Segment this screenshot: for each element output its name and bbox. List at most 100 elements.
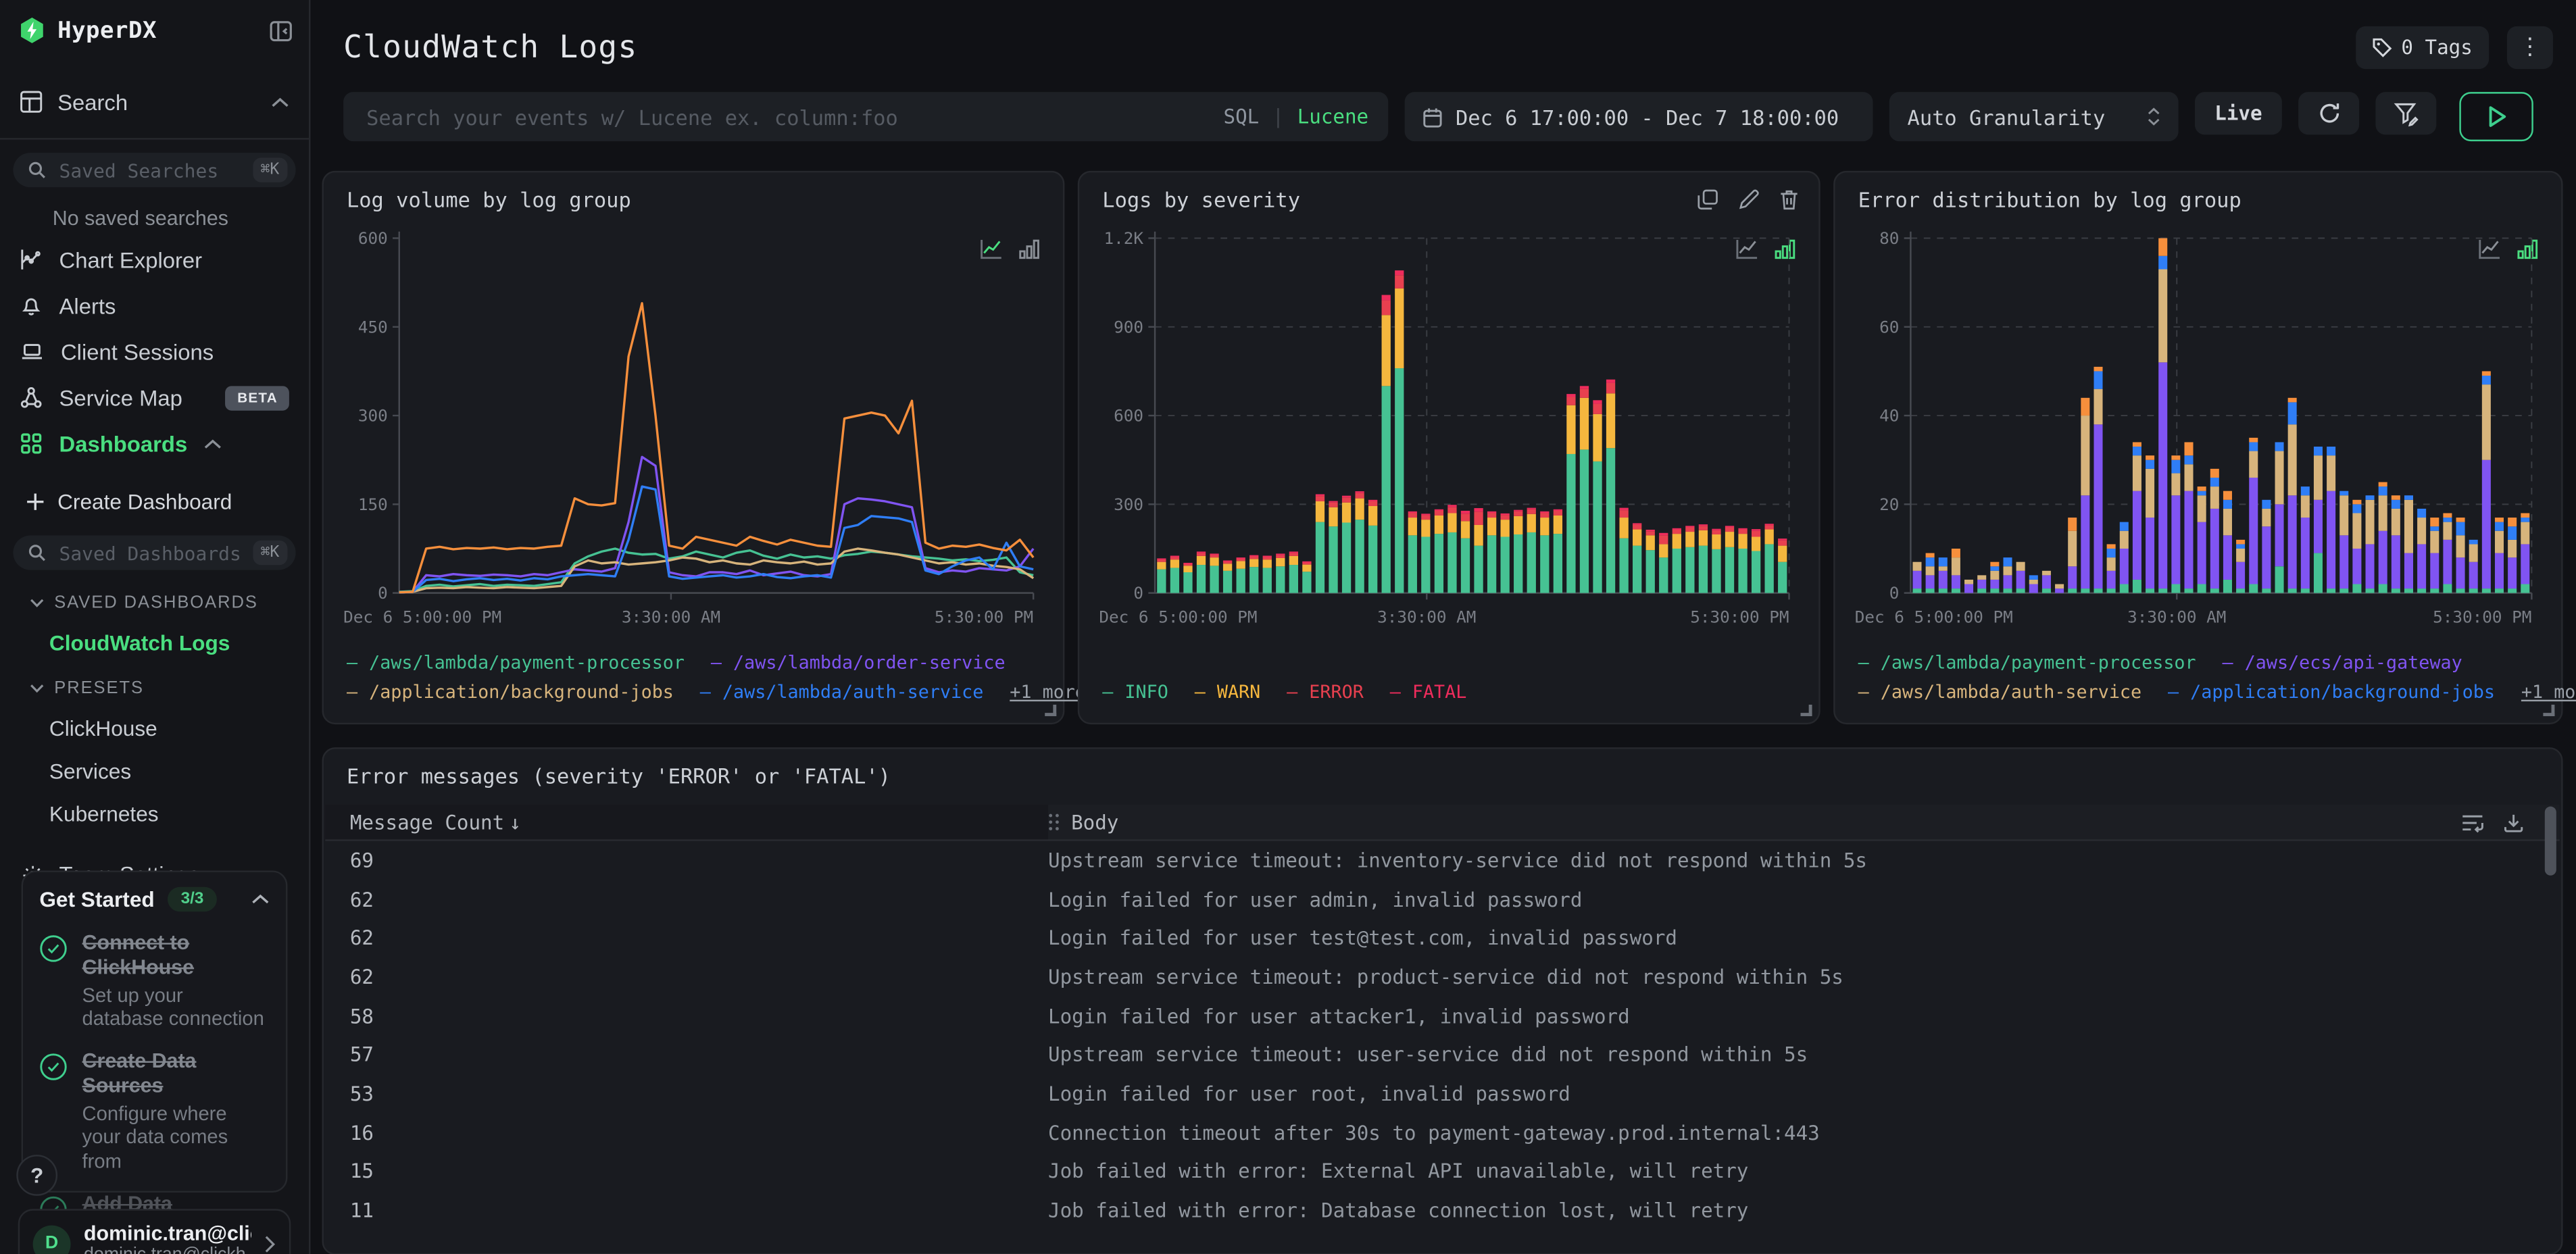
event-search-box[interactable]: SQL | Lucene bbox=[343, 92, 1389, 142]
event-search-input[interactable] bbox=[363, 102, 1211, 131]
lucene-toggle[interactable]: Lucene bbox=[1297, 105, 1368, 128]
panel-log-volume: Log volume by log group 0 150 300 450 600 Dec… bbox=[322, 170, 1086, 725]
panel-resize-handle[interactable] bbox=[2543, 704, 2555, 716]
sidebar-item-cloudwatch-logs[interactable]: CloudWatch Logs bbox=[0, 613, 309, 655]
sidebar-item-label: Search bbox=[57, 89, 128, 114]
beta-badge: BETA bbox=[226, 385, 289, 410]
scrollbar-thumb[interactable] bbox=[2544, 806, 2556, 876]
svg-text:Dec 6 5:00:00 PM: Dec 6 5:00:00 PM bbox=[343, 607, 501, 626]
granularity-select[interactable]: Auto Granularity bbox=[1889, 92, 2179, 142]
table-row[interactable]: 69 Upstream service timeout: inventory-se… bbox=[325, 841, 2544, 880]
legend-item[interactable]: — FATAL bbox=[1390, 679, 1467, 709]
create-dashboard-button[interactable]: Create Dashboard bbox=[0, 466, 309, 514]
sidebar-item-alerts[interactable]: Alerts bbox=[0, 282, 309, 328]
table-row[interactable]: 16 Connection timeout after 30s to paymen… bbox=[325, 1113, 2544, 1153]
sql-toggle[interactable]: SQL bbox=[1224, 105, 1260, 128]
get-started-item[interactable]: Create Data Sources Configure where your… bbox=[39, 1050, 269, 1173]
cell-body: Login failed for user admin, invalid pas… bbox=[1048, 888, 1583, 911]
legend-item[interactable]: —/aws/lambda/payment-processor bbox=[1858, 648, 2196, 678]
sidebar-item-search[interactable]: Search bbox=[0, 80, 309, 123]
run-query-button[interactable] bbox=[2459, 92, 2533, 142]
sidebar-item-kubernetes[interactable]: Kubernetes bbox=[0, 784, 309, 826]
saved-dashboards-input[interactable]: ⌘K bbox=[13, 535, 296, 570]
filter-edit-icon bbox=[2394, 102, 2419, 126]
legend-item[interactable]: —/aws/lambda/auth-service bbox=[1858, 679, 2142, 709]
toolbar: SQL | Lucene Dec 6 17:00:00 - Dec 7 18:0… bbox=[343, 92, 2553, 142]
section-saved-dashboards[interactable]: SAVED DASHBOARDS bbox=[0, 570, 309, 613]
legend-item[interactable]: —/aws/lambda/auth-service bbox=[700, 679, 984, 709]
drag-handle-icon[interactable] bbox=[1048, 813, 1060, 831]
cell-message-count: 11 bbox=[349, 1199, 374, 1222]
chart-explorer-icon bbox=[21, 249, 41, 270]
chart-legend: —/aws/lambda/payment-processor —/aws/ecs/… bbox=[1858, 648, 2576, 709]
help-button[interactable]: ? bbox=[16, 1155, 58, 1196]
duplicate-icon[interactable] bbox=[1697, 189, 1718, 211]
table-row[interactable]: 62 Upstream service timeout: product-serv… bbox=[325, 957, 2544, 997]
user-email: dominic.tran@clickh... bbox=[84, 1245, 251, 1254]
delete-icon[interactable] bbox=[1779, 189, 1799, 211]
date-range-picker[interactable]: Dec 6 17:00:00 - Dec 7 18:00:00 bbox=[1404, 92, 1873, 142]
get-started-item-title: Connect to ClickHouse bbox=[82, 931, 195, 979]
sidebar-item-client-sessions[interactable]: Client Sessions bbox=[0, 328, 309, 374]
saved-searches-field[interactable] bbox=[55, 157, 243, 184]
sort-desc-icon[interactable]: ↓ bbox=[509, 811, 521, 834]
edit-icon[interactable] bbox=[1738, 189, 1760, 211]
more-options-button[interactable]: ⋮ bbox=[2506, 26, 2553, 70]
legend-item[interactable]: — INFO bbox=[1102, 679, 1168, 709]
bell-icon bbox=[22, 298, 41, 316]
tags-label: 0 Tags bbox=[2401, 36, 2473, 59]
saved-dashboards-field[interactable] bbox=[55, 539, 243, 566]
no-saved-searches-text: No saved searches bbox=[52, 207, 228, 230]
table-row[interactable]: 58 Login failed for user attacker1, inval… bbox=[325, 997, 2544, 1036]
panel-resize-handle[interactable] bbox=[1045, 704, 1057, 716]
svg-text:3:30:00 AM: 3:30:00 AM bbox=[622, 607, 720, 626]
sidebar-item-service-map[interactable]: Service Map BETA bbox=[0, 374, 309, 420]
sidebar-item-label: Dashboards bbox=[59, 431, 188, 456]
table-row[interactable]: 53 Login failed for user root, invalid pa… bbox=[325, 1074, 2544, 1113]
column-header-body[interactable]: Body bbox=[1048, 811, 1118, 834]
sidebar-item-dashboards[interactable]: Dashboards bbox=[0, 420, 309, 466]
legend-item[interactable]: —/aws/lambda/payment-processor bbox=[347, 648, 685, 678]
filter-button[interactable] bbox=[2375, 92, 2437, 135]
column-header-message-count[interactable]: Message Count ↓ bbox=[325, 805, 1049, 840]
table-row[interactable]: 11 Job failed with error: Database connec… bbox=[325, 1191, 2544, 1230]
svg-text:5:30:00 PM: 5:30:00 PM bbox=[1690, 607, 1789, 626]
sidebar-item-services[interactable]: Services bbox=[0, 741, 309, 783]
legend-item[interactable]: — ERROR bbox=[1287, 679, 1364, 709]
panel-resize-handle[interactable] bbox=[1800, 704, 1812, 716]
svg-text:600: 600 bbox=[1114, 406, 1143, 426]
live-button[interactable]: Live bbox=[2194, 92, 2282, 135]
legend-item[interactable]: —/application/background-jobs bbox=[347, 679, 674, 709]
refresh-button[interactable] bbox=[2298, 92, 2360, 135]
panel-title: Error messages (severity 'ERROR' or 'FAT… bbox=[346, 763, 891, 788]
wrap-lines-icon[interactable] bbox=[2461, 812, 2484, 832]
legend-item[interactable]: —/aws/ecs/api-gateway bbox=[2223, 648, 2462, 678]
svg-text:60: 60 bbox=[1879, 317, 1899, 336]
cell-body: Job failed with error: Database connecti… bbox=[1048, 1199, 1749, 1222]
legend-item[interactable]: —/application/background-jobs bbox=[2168, 679, 2495, 709]
panel-title: Log volume by log group bbox=[346, 187, 631, 212]
cell-message-count: 16 bbox=[349, 1121, 374, 1145]
table-row[interactable]: 62 Login failed for user test@test.com, i… bbox=[325, 919, 2544, 958]
section-presets[interactable]: PRESETS bbox=[0, 655, 309, 698]
user-menu[interactable]: D dominic.tran@clic... dominic.tran@clic… bbox=[18, 1209, 291, 1254]
table-scrollbar[interactable] bbox=[2544, 806, 2556, 1249]
get-started-card: Get Started 3/3 Connect to ClickHouse Se… bbox=[21, 870, 288, 1254]
sidebar-collapse-icon[interactable] bbox=[270, 19, 293, 42]
tags-button[interactable]: 0 Tags bbox=[2355, 26, 2490, 70]
sidebar-item-chart-explorer[interactable]: Chart Explorer bbox=[0, 236, 309, 282]
legend-item[interactable]: — WARN bbox=[1195, 679, 1261, 709]
table-row[interactable]: 57 Upstream service timeout: user-service… bbox=[325, 1036, 2544, 1075]
chevron-up-icon[interactable] bbox=[271, 96, 289, 107]
table-row[interactable]: 15 Job failed with error: External API un… bbox=[325, 1152, 2544, 1191]
svg-text:40: 40 bbox=[1879, 406, 1899, 426]
sidebar-item-clickhouse[interactable]: ClickHouse bbox=[0, 698, 309, 741]
chevron-up-icon[interactable] bbox=[251, 894, 270, 905]
table-row[interactable]: 62 Login failed for user admin, invalid p… bbox=[325, 880, 2544, 919]
saved-searches-input[interactable]: ⌘K bbox=[13, 153, 296, 188]
legend-item[interactable]: —/aws/lambda/order-service bbox=[711, 648, 1006, 678]
chevron-up-icon[interactable] bbox=[204, 438, 222, 449]
cell-message-count: 62 bbox=[349, 926, 374, 950]
download-icon[interactable] bbox=[2504, 812, 2523, 832]
get-started-item[interactable]: Connect to ClickHouse Set up your databa… bbox=[39, 931, 269, 1030]
